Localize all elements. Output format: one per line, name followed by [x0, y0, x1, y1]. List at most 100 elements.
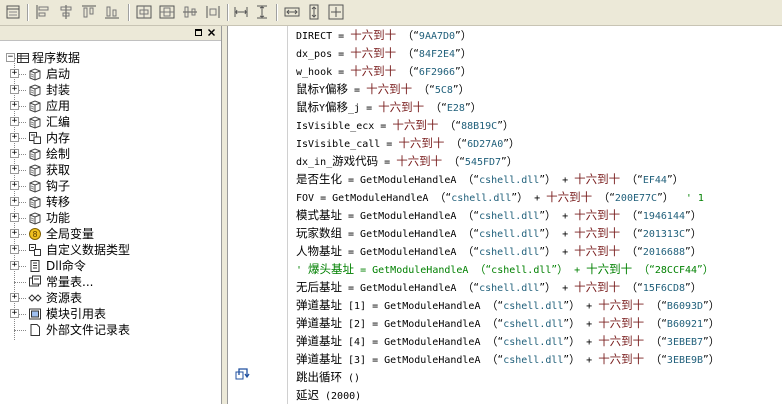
expand-toggle[interactable]: +	[10, 197, 19, 206]
align-middle-icon[interactable]	[181, 3, 199, 21]
book-icon	[28, 83, 42, 97]
expand-toggle[interactable]: +	[10, 181, 19, 190]
tree-item[interactable]: + 获取	[0, 162, 220, 178]
code-line-assignment[interactable]: 鼠标Y偏移_j = 十六到十 （“E28”）	[296, 98, 482, 116]
tree-item[interactable]: + 启动	[0, 66, 220, 82]
code-line-assignment[interactable]: dx_in_游戏代码 = 十六到十 （“545FD7”）	[296, 152, 518, 170]
expand-toggle[interactable]: +	[10, 69, 19, 78]
code-line-module-address[interactable]: 是否生化 = GetModuleHandleA （“cshell.dll”） +…	[296, 170, 684, 188]
code-line-call[interactable]: 延迟 (2000)	[296, 386, 361, 404]
toolbar-separator	[27, 4, 29, 21]
toolbar	[0, 0, 782, 26]
expand-toggle[interactable]: +	[10, 309, 19, 318]
tree-item[interactable]: + 应用	[0, 98, 220, 114]
tree-item[interactable]: + 功能	[0, 210, 220, 226]
width-equal-icon[interactable]	[283, 3, 301, 21]
tree-item[interactable]: + 资源表	[0, 290, 220, 306]
align-center-icon[interactable]	[57, 3, 75, 21]
tree-root-label: 程序数据	[32, 51, 81, 65]
datatype-icon	[28, 243, 42, 257]
module-icon	[28, 131, 42, 145]
constant-icon	[28, 275, 42, 289]
code-line-assignment[interactable]: DIRECT = 十六到十 （“9AA7D0”）	[296, 26, 472, 44]
expand-toggle[interactable]: +	[10, 85, 19, 94]
align-bottom-icon[interactable]	[103, 3, 121, 21]
expand-toggle[interactable]: +	[10, 117, 19, 126]
dll-icon	[28, 259, 42, 273]
code-line-module-address[interactable]: 无后基址 = GetModuleHandleA （“cshell.dll”） +…	[296, 278, 702, 296]
tree-item[interactable]: + 模块引用表	[0, 306, 220, 322]
tree-item[interactable]: + 转移	[0, 194, 220, 210]
v-center-icon[interactable]	[158, 3, 176, 21]
code-line-module-address[interactable]: 弹道基址 [4] = GetModuleHandleA （“cshell.dll…	[296, 332, 720, 350]
tree-item-label: 模块引用表	[46, 307, 107, 321]
panel-restore-icon[interactable]	[194, 28, 203, 37]
panel-close-icon[interactable]	[207, 28, 216, 37]
tree-item-label: 转移	[46, 195, 71, 209]
book-icon	[28, 67, 42, 81]
gutter-divider	[287, 26, 288, 404]
collapse-toggle[interactable]: −	[6, 53, 15, 62]
code-editor[interactable]: DIRECT = 十六到十 （“9AA7D0”） dx_pos = 十六到十 （“…	[229, 26, 782, 404]
code-line-module-address[interactable]: 弹道基址 [3] = GetModuleHandleA （“cshell.dll…	[296, 350, 720, 368]
code-line-assignment[interactable]: dx_pos = 十六到十 （“84F2E4”）	[296, 44, 472, 62]
expand-toggle[interactable]: +	[10, 133, 19, 142]
tree-connector	[14, 282, 26, 283]
code-line-module-address[interactable]: 玩家数组 = GetModuleHandleA （“cshell.dll”） +…	[296, 224, 702, 242]
tree-connector	[14, 330, 26, 331]
expand-toggle[interactable]: +	[10, 149, 19, 158]
align-top-icon[interactable]	[80, 3, 98, 21]
code-line-module-address[interactable]: 人物基址 = GetModuleHandleA （“cshell.dll”） +…	[296, 242, 702, 260]
space-horizontal-icon[interactable]	[232, 3, 250, 21]
tree-item[interactable]: + 钩子	[0, 178, 220, 194]
tree-item[interactable]: + Dll命令	[0, 258, 220, 274]
code-line-module-address[interactable]: 弹道基址 [1] = GetModuleHandleA （“cshell.dll…	[296, 296, 720, 314]
expand-toggle[interactable]: +	[10, 293, 19, 302]
expand-toggle[interactable]: +	[10, 165, 19, 174]
tree-item-label: 常量表...	[46, 275, 94, 289]
window-layout-icon[interactable]	[4, 3, 22, 21]
tree-item-label: 获取	[46, 163, 71, 177]
tree-root[interactable]: − 程序数据	[0, 50, 220, 66]
code-line-assignment[interactable]: w_hook = 十六到十 （“6F2966”）	[296, 62, 472, 80]
space-vertical-icon[interactable]	[253, 3, 271, 21]
tree-item[interactable]: + 封装	[0, 82, 220, 98]
expand-toggle[interactable]: +	[10, 245, 19, 254]
toolbar-separator	[276, 4, 278, 21]
expand-toggle[interactable]: +	[10, 101, 19, 110]
tree-item[interactable]: +8 全局变量	[0, 226, 220, 242]
tree-item-label: 内存	[46, 131, 71, 145]
h-center-icon[interactable]	[135, 3, 153, 21]
tree-item[interactable]: + 内存	[0, 130, 220, 146]
tree-item[interactable]: + 绘制	[0, 146, 220, 162]
tree-item-label: 汇编	[46, 115, 71, 129]
tree-item-label: Dll命令	[46, 259, 86, 273]
expand-toggle[interactable]: +	[10, 261, 19, 270]
code-line-comment[interactable]: ' 爆头基址 = GetModuleHandleA （“cshell.dll”）…	[296, 260, 714, 278]
code-line-module-address[interactable]: 模式基址 = GetModuleHandleA （“cshell.dll”） +…	[296, 206, 702, 224]
code-line-call[interactable]: 跳出循环 ()	[296, 368, 360, 386]
book-icon	[28, 147, 42, 161]
tree-item-label: 功能	[46, 211, 71, 225]
size-equal-icon[interactable]	[327, 3, 345, 21]
svg-text:8: 8	[32, 230, 37, 239]
code-line-module-address[interactable]: FOV = GetModuleHandleA （“cshell.dll”） + …	[296, 188, 704, 206]
distribute-icon[interactable]	[204, 3, 222, 21]
height-equal-icon[interactable]	[305, 3, 323, 21]
tree-item-label: 启动	[46, 67, 71, 81]
expand-toggle[interactable]: +	[10, 229, 19, 238]
tree-item[interactable]: 外部文件记录表	[0, 322, 220, 338]
book-icon	[28, 179, 42, 193]
code-line-assignment[interactable]: 鼠标Y偏移 = 十六到十 （“5C8”）	[296, 80, 470, 98]
align-left-icon[interactable]	[34, 3, 52, 21]
code-line-assignment[interactable]: IsVisible_ecx = 十六到十 （“88B19C”）	[296, 116, 514, 134]
resource-icon	[28, 291, 42, 305]
code-line-assignment[interactable]: IsVisible_call = 十六到十 （“6D27A0”）	[296, 134, 520, 152]
expand-toggle[interactable]: +	[10, 213, 19, 222]
tree-item[interactable]: 常量表...	[0, 274, 220, 290]
tree-item[interactable]: + 汇编	[0, 114, 220, 130]
tree-item[interactable]: + 自定义数据类型	[0, 242, 220, 258]
code-line-module-address[interactable]: 弹道基址 [2] = GetModuleHandleA （“cshell.dll…	[296, 314, 720, 332]
panel-splitter[interactable]	[222, 26, 228, 404]
toolbar-separator	[227, 4, 229, 21]
